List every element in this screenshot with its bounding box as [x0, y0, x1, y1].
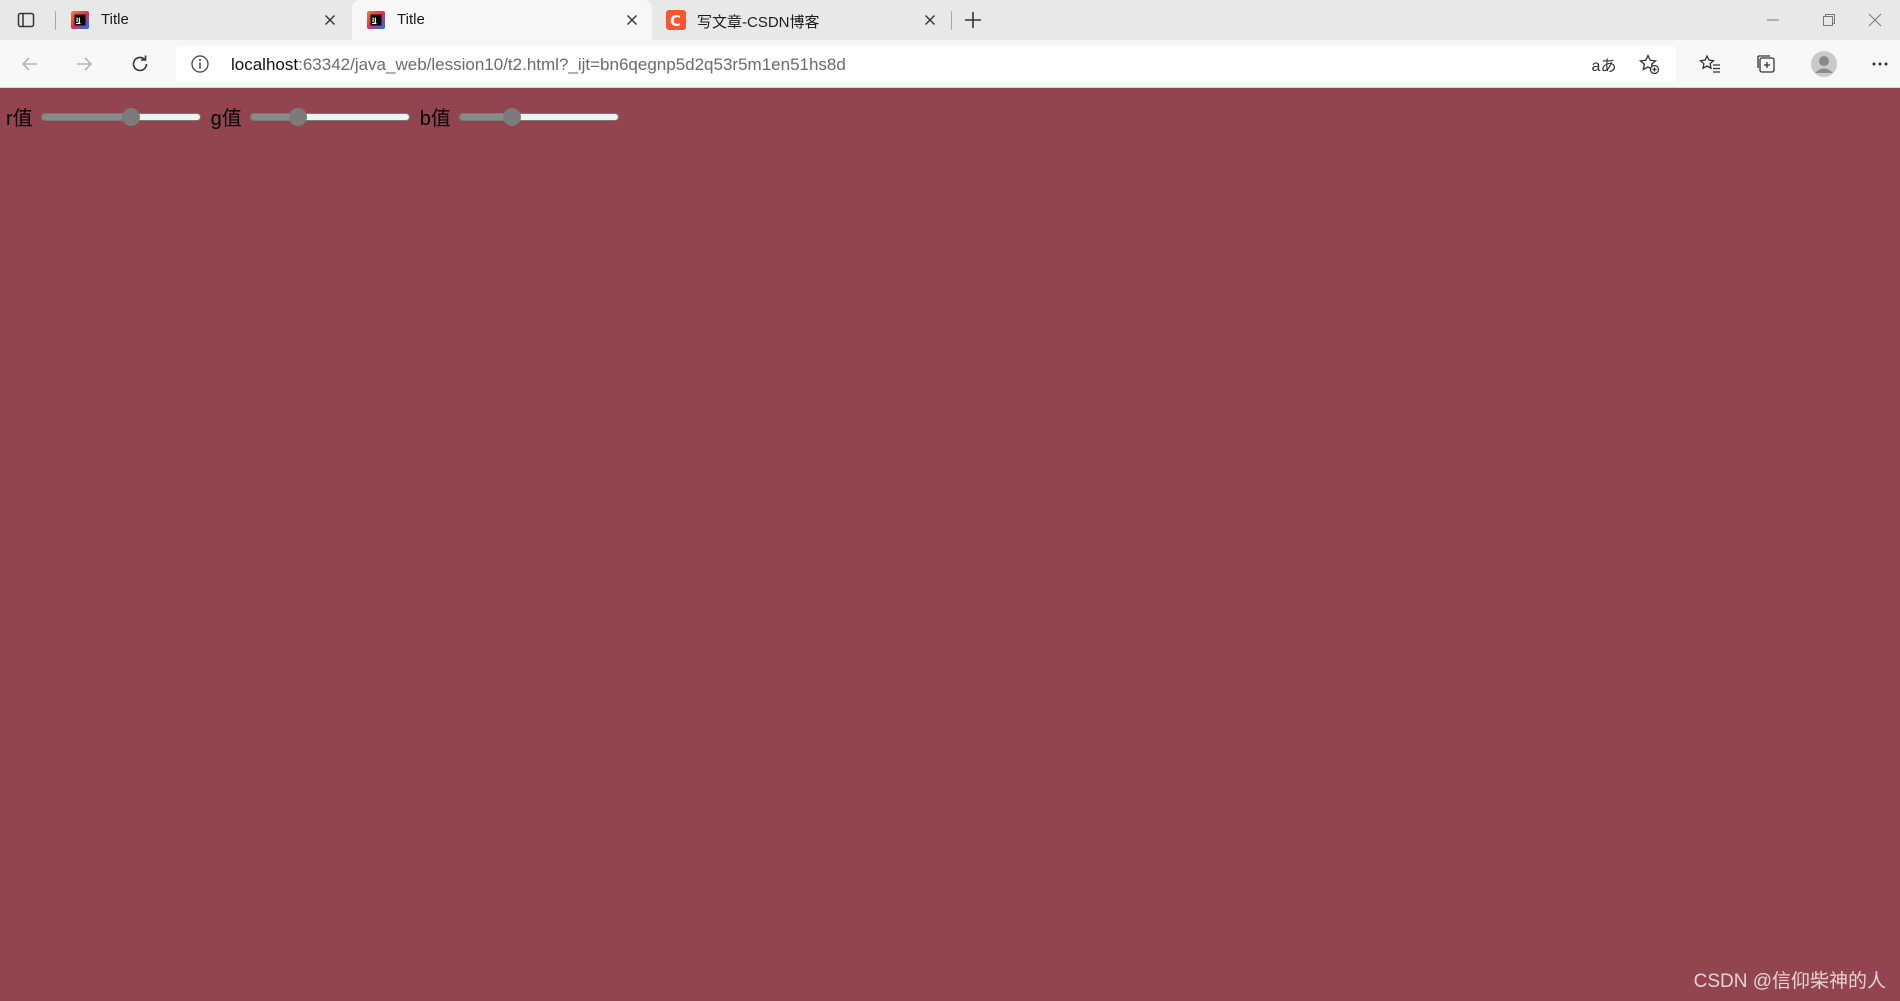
- tab-strip: IJ Title IJ Title C 写文章-CSDN博客: [0, 0, 1900, 40]
- tab-actions-icon[interactable]: [10, 8, 42, 32]
- page-content: r值 g值 b值: [0, 89, 1900, 1001]
- intellij-icon: IJ: [70, 10, 90, 30]
- window-close-icon[interactable]: [1847, 0, 1900, 40]
- navigation-toolbar: localhost:63342/java_web/lession10/t2.ht…: [0, 40, 1900, 88]
- svg-text:IJ: IJ: [76, 17, 80, 24]
- csdn-watermark: CSDN @信仰柴神的人: [1693, 971, 1886, 992]
- collections-icon[interactable]: [1748, 48, 1784, 80]
- r-label: r值: [6, 108, 33, 130]
- forward-icon[interactable]: [66, 48, 102, 80]
- tab-2-active[interactable]: IJ Title: [352, 0, 652, 40]
- url-host: localhost: [231, 55, 299, 74]
- minimize-icon[interactable]: [1745, 0, 1801, 40]
- svg-text:IJ: IJ: [372, 17, 376, 24]
- profile-avatar-icon[interactable]: [1806, 48, 1842, 80]
- tab-title: Title: [397, 11, 425, 28]
- csdn-icon: C: [666, 10, 686, 30]
- back-icon[interactable]: [12, 48, 48, 80]
- tab-title: 写文章-CSDN博客: [697, 14, 820, 31]
- close-icon[interactable]: [624, 12, 640, 28]
- r-slider[interactable]: [40, 111, 201, 122]
- site-info-icon[interactable]: [190, 54, 210, 74]
- b-label: b值: [419, 108, 451, 130]
- read-aloud-icon[interactable]: aあ: [1589, 49, 1619, 79]
- intellij-icon: IJ: [366, 10, 386, 30]
- url-path: :63342/java_web/lession10/t2.html?_ijt=b…: [298, 55, 846, 74]
- tab-1[interactable]: IJ Title: [56, 0, 350, 40]
- refresh-icon[interactable]: [122, 48, 158, 80]
- tab-3[interactable]: C 写文章-CSDN博客: [652, 0, 950, 40]
- g-slider[interactable]: [249, 111, 410, 122]
- more-options-icon[interactable]: [1862, 48, 1898, 80]
- url-text[interactable]: localhost:63342/java_web/lession10/t2.ht…: [231, 55, 846, 75]
- tab-title: Title: [101, 11, 129, 28]
- favorites-icon[interactable]: [1692, 48, 1728, 80]
- address-bar[interactable]: localhost:63342/java_web/lession10/t2.ht…: [176, 46, 1676, 82]
- new-tab-icon[interactable]: [958, 8, 988, 32]
- tab-divider: [951, 11, 952, 30]
- color-controls: r值 g值 b值: [6, 102, 629, 131]
- b-slider[interactable]: [458, 111, 619, 122]
- svg-text:C: C: [670, 12, 681, 30]
- close-icon[interactable]: [322, 12, 338, 28]
- close-icon[interactable]: [922, 12, 938, 28]
- add-favorite-icon[interactable]: [1634, 49, 1664, 79]
- g-label: g值: [210, 108, 242, 130]
